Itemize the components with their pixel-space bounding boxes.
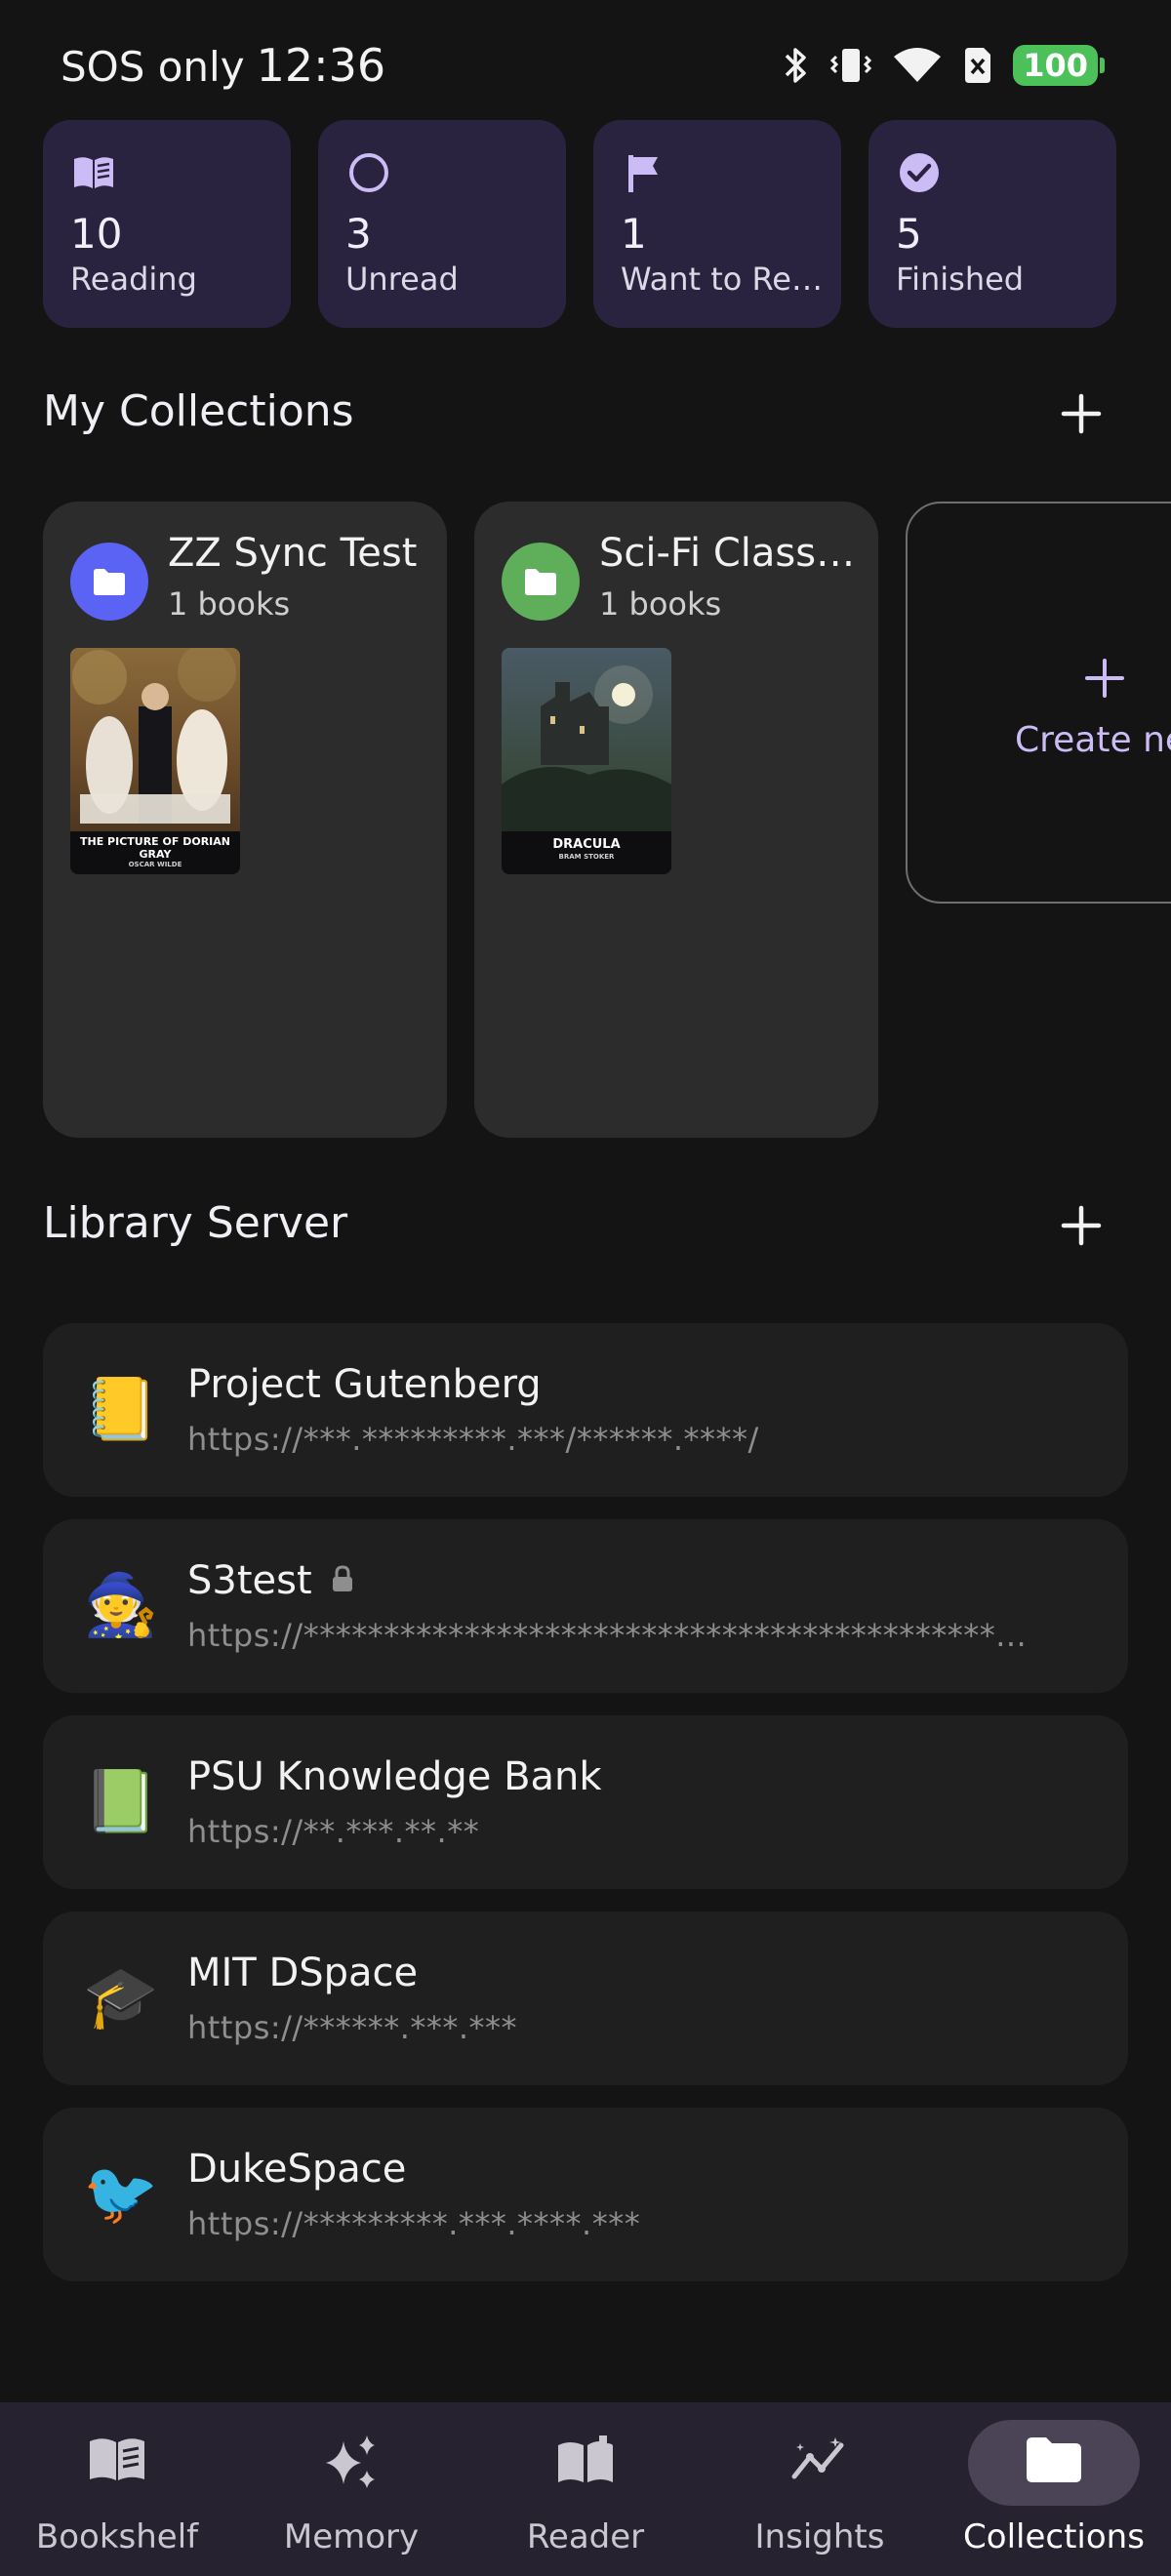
- nav-label: Collections: [963, 2517, 1145, 2556]
- folder-icon: [525, 569, 556, 595]
- server-name-text: DukeSpace: [187, 2147, 407, 2192]
- graduation-cap-icon: 🎓: [83, 1961, 159, 2033]
- green-book-icon: 📗: [83, 1765, 159, 1836]
- stat-card-reading[interactable]: 10 Reading: [43, 120, 291, 328]
- folder-icon: [94, 569, 125, 595]
- cover-title: DRACULA: [552, 837, 621, 852]
- cover-title: THE PICTURE OF DORIAN GRAY: [80, 835, 230, 861]
- wifi-icon: [892, 45, 943, 86]
- cover-title-band: DRACULA BRAM STOKER: [502, 831, 671, 874]
- server-name-text: PSU Knowledge Bank: [187, 1754, 602, 1799]
- server-url: https://***.*********.***/******.****/: [187, 1421, 759, 1458]
- stat-label: Reading: [70, 261, 197, 298]
- create-collection-label: Create ne: [1015, 720, 1171, 760]
- app-screen: SOS only 12:36 100 10 Reading 3 Unread 1…: [0, 0, 1171, 2576]
- nav-item-collections[interactable]: Collections: [937, 2402, 1171, 2576]
- cover-title-band: THE PICTURE OF DORIAN GRAY OSCAR WILDE: [70, 831, 240, 874]
- status-icons: 100: [781, 45, 1105, 86]
- server-name-text: Project Gutenberg: [187, 1362, 542, 1407]
- server-row-mit-dspace[interactable]: 🎓 MIT DSpace https://******.***.***: [43, 1912, 1128, 2085]
- server-row-dukespace[interactable]: 🐦 DukeSpace https://*********.***.****.*…: [43, 2108, 1128, 2281]
- add-server-button[interactable]: [1050, 1194, 1112, 1257]
- nav-item-insights[interactable]: Insights: [703, 2402, 937, 2576]
- stat-label: Finished: [896, 261, 1025, 298]
- nav-label: Insights: [754, 2517, 885, 2556]
- stat-label: Want to Re…: [621, 261, 823, 298]
- plus-icon: [1061, 1205, 1102, 1246]
- stat-count: 10: [70, 210, 123, 258]
- stat-label: Unread: [345, 261, 459, 298]
- circle-outline-icon: [345, 149, 392, 196]
- collection-card-sci-fi-classics[interactable]: Sci-Fi Classi… 1 books DRACULA BRAM STOK…: [474, 502, 878, 1138]
- collection-name: ZZ Sync Test: [168, 531, 418, 576]
- cover-author: OSCAR WILDE: [128, 861, 182, 868]
- vibrate-icon: [829, 45, 872, 86]
- flag-icon: [621, 149, 667, 196]
- reader-book-icon: [468, 2432, 703, 2486]
- collection-card-zz-sync-test[interactable]: ZZ Sync Test 1 books THE PICTURE OF DORI…: [43, 502, 447, 1138]
- bottom-navigation: Bookshelf Memory Reader Insights Collect…: [0, 2402, 1171, 2576]
- collections-section-title: My Collections: [43, 386, 354, 436]
- nav-item-reader[interactable]: Reader: [468, 2402, 703, 2576]
- collection-name: Sci-Fi Classi…: [599, 531, 863, 576]
- server-name: S3test: [187, 1558, 355, 1603]
- sparkle-icon: [234, 2432, 468, 2494]
- collection-book-count: 1 books: [168, 585, 291, 623]
- server-name: Project Gutenberg: [187, 1362, 542, 1407]
- nav-label: Reader: [526, 2517, 645, 2556]
- servers-section-title: Library Server: [43, 1198, 348, 1248]
- lock-icon: [330, 1558, 355, 1603]
- folder-icon: [937, 2432, 1171, 2486]
- plus-icon: [1061, 393, 1102, 434]
- server-name-text: S3test: [187, 1558, 312, 1603]
- stat-card-finished[interactable]: 5 Finished: [868, 120, 1116, 328]
- stat-card-want-to-read[interactable]: 1 Want to Re…: [593, 120, 841, 328]
- collection-avatar: [70, 543, 148, 621]
- stat-card-unread[interactable]: 3 Unread: [318, 120, 566, 328]
- nav-item-bookshelf[interactable]: Bookshelf: [0, 2402, 234, 2576]
- battery-tip: [1100, 58, 1105, 73]
- server-url: https://******.***.***: [187, 2009, 518, 2046]
- clock-time: 12:36: [256, 39, 386, 92]
- nav-label: Memory: [283, 2517, 420, 2556]
- open-book-icon: [70, 149, 117, 196]
- server-url: https://********************************…: [187, 1617, 1028, 1654]
- battery-indicator: 100: [1013, 45, 1098, 86]
- status-bar: SOS only 12:36 100: [0, 0, 1171, 107]
- plus-icon: [1081, 655, 1128, 705]
- server-row-s3test[interactable]: 🧙 S3test https://***********************…: [43, 1519, 1128, 1693]
- stat-count: 3: [345, 210, 372, 258]
- wizard-icon: 🧙: [83, 1569, 159, 1640]
- carrier-text: SOS only: [61, 43, 245, 91]
- nav-label: Bookshelf: [35, 2517, 199, 2556]
- create-collection-card[interactable]: Create ne: [906, 502, 1171, 904]
- collection-book-count: 1 books: [599, 585, 722, 623]
- bird-icon: 🐦: [83, 2157, 159, 2229]
- server-name: PSU Knowledge Bank: [187, 1754, 602, 1799]
- insights-chart-icon: [703, 2432, 937, 2486]
- server-url: https://**.***.**.**: [187, 1813, 480, 1850]
- no-sim-icon: [962, 45, 993, 86]
- server-row-psu-knowledge-bank[interactable]: 📗 PSU Knowledge Bank https://**.***.**.*…: [43, 1715, 1128, 1889]
- bluetooth-icon: [781, 45, 810, 86]
- server-url: https://*********.***.****.***: [187, 2205, 641, 2242]
- cover-author: BRAM STOKER: [558, 853, 615, 861]
- book-cover-dracula[interactable]: DRACULA BRAM STOKER: [502, 648, 671, 874]
- check-circle-icon: [896, 149, 943, 196]
- notebook-icon: 📒: [83, 1373, 159, 1444]
- server-name: DukeSpace: [187, 2147, 406, 2192]
- book-cover-dorian-gray[interactable]: THE PICTURE OF DORIAN GRAY OSCAR WILDE: [70, 648, 240, 874]
- server-name: MIT DSpace: [187, 1951, 418, 1995]
- nav-item-memory[interactable]: Memory: [234, 2402, 468, 2576]
- add-collection-button[interactable]: [1050, 382, 1112, 445]
- stat-count: 5: [896, 210, 922, 258]
- status-left: SOS only 12:36: [61, 39, 385, 92]
- server-row-project-gutenberg[interactable]: 📒 Project Gutenberg https://***.********…: [43, 1323, 1128, 1497]
- bookshelf-icon: [0, 2432, 234, 2486]
- collection-avatar: [502, 543, 580, 621]
- server-name-text: MIT DSpace: [187, 1951, 419, 1995]
- stat-count: 1: [621, 210, 647, 258]
